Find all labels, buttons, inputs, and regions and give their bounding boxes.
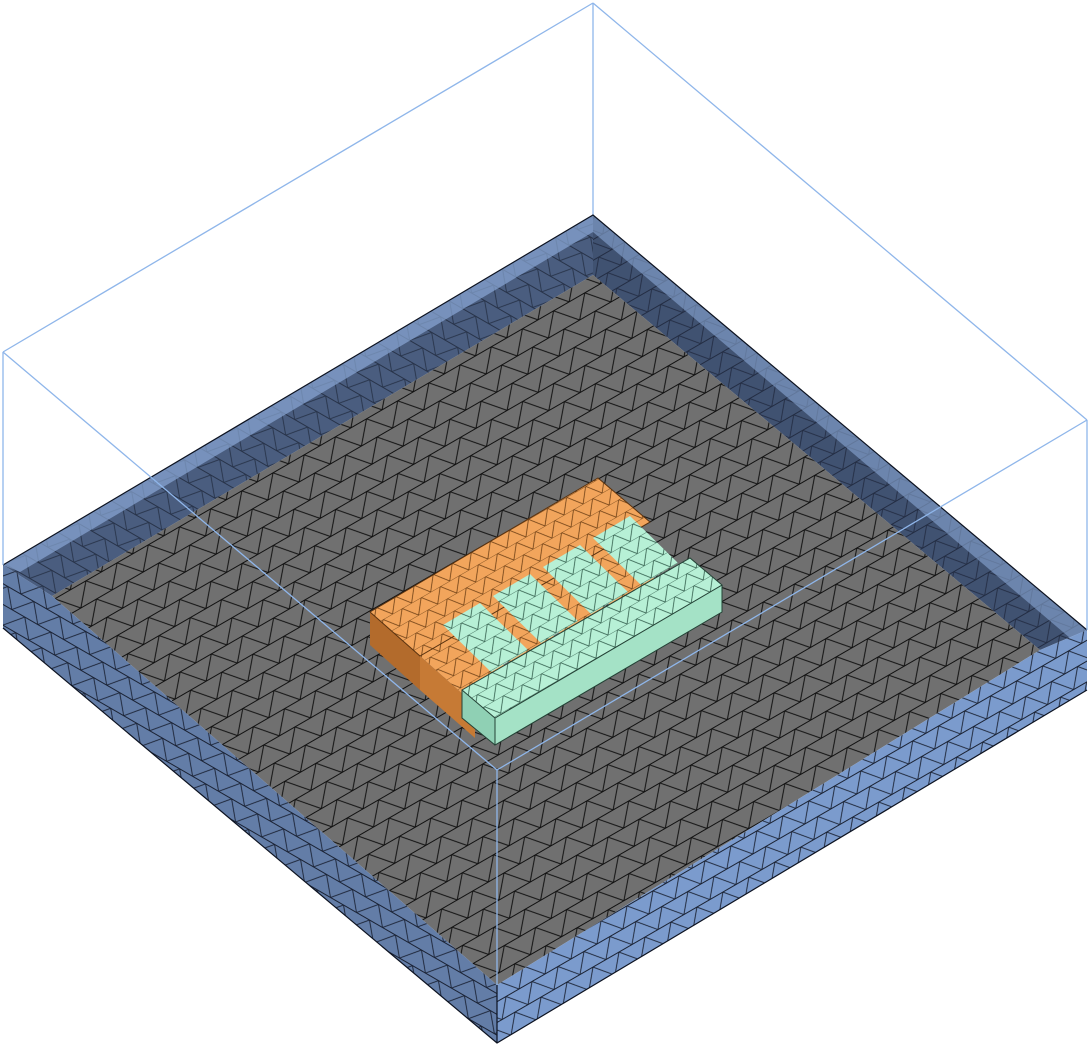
3d-viewport[interactable] [0, 0, 1090, 1046]
mesh-scene [2, 2, 1088, 1044]
